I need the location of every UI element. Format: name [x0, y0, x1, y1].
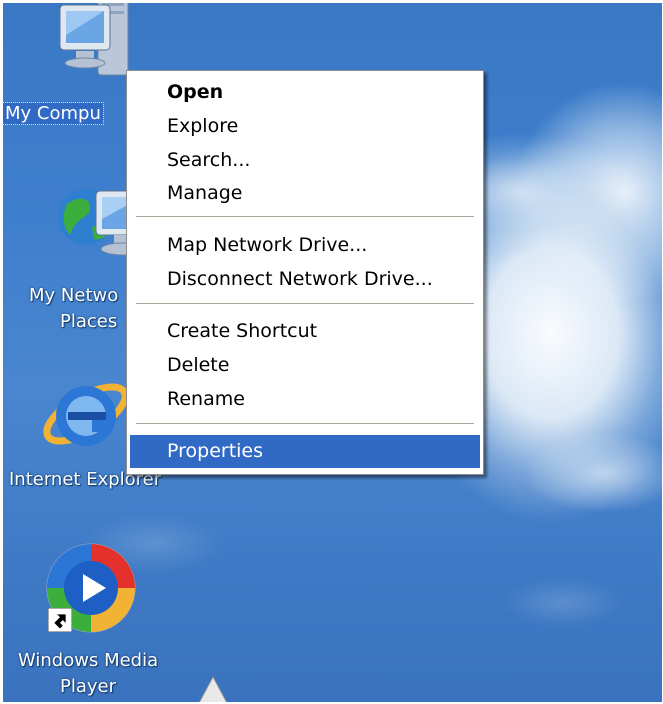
context-menu: Open Explore Search... Manage Map Networ…: [126, 70, 484, 475]
menu-item-search[interactable]: Search...: [130, 144, 480, 177]
menu-item-manage[interactable]: Manage: [130, 177, 480, 210]
windows-media-player-icon-item[interactable]: Windows Media Player: [3, 538, 183, 702]
windows-media-player-label-line1: Windows Media: [18, 650, 159, 671]
my-computer-label: My Compu: [3, 102, 104, 125]
menu-separator: [136, 216, 474, 218]
desktop[interactable]: My Compu My Netwo Places Internet Explor…: [3, 3, 662, 702]
menu-item-open[interactable]: Open: [130, 76, 480, 109]
windows-media-player-label-line2: Player: [60, 676, 117, 697]
menu-separator: [136, 423, 474, 425]
my-network-places-label-line2: Places: [60, 311, 118, 332]
shortcut-arrow-icon: [48, 608, 72, 632]
partial-desktop-icon: [199, 675, 227, 702]
menu-item-disconnect-network-drive[interactable]: Disconnect Network Drive...: [130, 263, 480, 296]
menu-item-rename[interactable]: Rename: [130, 383, 480, 416]
my-computer-icon: [59, 3, 129, 76]
menu-item-create-shortcut[interactable]: Create Shortcut: [130, 315, 480, 348]
menu-item-properties[interactable]: Properties: [130, 435, 480, 468]
menu-item-map-network-drive[interactable]: Map Network Drive...: [130, 229, 480, 262]
menu-item-explore[interactable]: Explore: [130, 110, 480, 143]
my-network-places-label-line1: My Netwo: [29, 285, 119, 306]
menu-item-delete[interactable]: Delete: [130, 349, 480, 382]
internet-explorer-icon: [43, 383, 129, 446]
menu-separator: [136, 303, 474, 305]
